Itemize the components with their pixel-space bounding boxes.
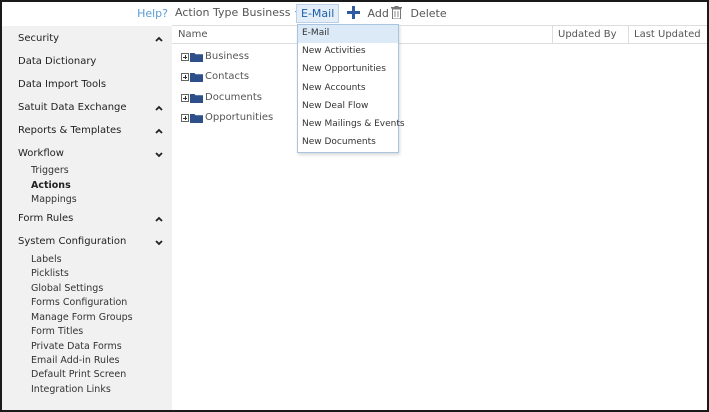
plus-icon xyxy=(347,6,360,19)
sidebar-item-global-settings[interactable]: Global Settings xyxy=(31,283,103,294)
add-button[interactable]: Add xyxy=(347,6,389,20)
tree-row-label: Opportunities xyxy=(205,112,274,123)
sidebar-section-label: Data Dictionary xyxy=(18,56,97,67)
business-dropdown[interactable]: Business xyxy=(242,6,301,19)
sidebar-section-label: Satuit Data Exchange xyxy=(18,102,127,113)
sidebar-item-manage-form-groups[interactable]: Manage Form Groups xyxy=(31,312,133,323)
sidebar-item-private-data-forms[interactable]: Private Data Forms xyxy=(31,341,122,352)
sidebar-item-default-print-screen[interactable]: Default Print Screen xyxy=(31,369,126,380)
action-type-dropdown-menu: E-Mail New Activities New Opportunities … xyxy=(297,24,405,153)
sidebar-section-form-rules[interactable]: Form Rules xyxy=(18,213,166,229)
sidebar-section-label: Workflow xyxy=(18,148,64,159)
chevron-up-icon[interactable] xyxy=(154,125,164,137)
toolbar: Action Type : Business E-Mail Add Delete xyxy=(172,2,707,26)
folder-icon xyxy=(190,53,203,62)
sidebar-section-security[interactable]: Security xyxy=(18,33,166,49)
sidebar-item-labels[interactable]: Labels xyxy=(31,254,62,265)
chevron-down-icon[interactable] xyxy=(154,236,164,248)
sidebar-section-label: Reports & Templates xyxy=(18,125,122,136)
business-dropdown-value: Business xyxy=(242,6,291,19)
help-link[interactable]: Help? xyxy=(137,7,168,20)
column-header-updated-by[interactable]: Updated By xyxy=(558,29,617,40)
app-window: Help? Security Data Dictionary Data Impo… xyxy=(0,0,709,412)
delete-label: Delete xyxy=(410,7,447,20)
tree-row-label: Documents xyxy=(205,92,263,103)
column-divider xyxy=(552,26,553,44)
chevron-up-icon[interactable] xyxy=(154,33,164,45)
tree-row-label: Contacts xyxy=(205,71,250,82)
help-area: Help? xyxy=(2,2,172,26)
folder-icon xyxy=(190,114,203,123)
sidebar-section-label: System Configuration xyxy=(18,236,127,247)
sidebar-item-triggers[interactable]: Triggers xyxy=(31,165,69,176)
column-header-last-updated[interactable]: Last Updated xyxy=(634,29,701,40)
sidebar-section-system-configuration[interactable]: System Configuration xyxy=(18,236,166,252)
delete-button[interactable]: Delete xyxy=(391,6,447,20)
column-header-name[interactable]: Name xyxy=(178,29,208,40)
dropdown-item-email[interactable]: E-Mail xyxy=(298,25,398,43)
sidebar-item-forms-configuration[interactable]: Forms Configuration xyxy=(31,297,127,308)
sidebar-section-data-import-tools[interactable]: Data Import Tools xyxy=(18,79,166,95)
dropdown-item-new-accounts[interactable]: New Accounts xyxy=(298,80,398,98)
folder-icon xyxy=(190,94,203,103)
expand-icon[interactable] xyxy=(181,73,189,81)
sidebar-section-reports-templates[interactable]: Reports & Templates xyxy=(18,125,166,141)
chevron-up-icon[interactable] xyxy=(154,213,164,225)
sidebar-item-email-add-in-rules[interactable]: Email Add-in Rules xyxy=(31,355,120,366)
expand-icon[interactable] xyxy=(181,114,189,122)
expand-icon[interactable] xyxy=(181,53,189,61)
action-type-label: Action Type : xyxy=(175,6,246,19)
email-dropdown-value: E-Mail xyxy=(301,7,335,20)
email-dropdown[interactable]: E-Mail xyxy=(296,4,340,23)
sidebar-item-actions[interactable]: Actions xyxy=(31,180,71,191)
dropdown-item-new-opportunities[interactable]: New Opportunities xyxy=(298,61,398,79)
dropdown-item-new-activities[interactable]: New Activities xyxy=(298,43,398,61)
trash-icon xyxy=(391,6,402,20)
column-divider xyxy=(628,26,629,44)
sidebar-item-picklists[interactable]: Picklists xyxy=(31,268,69,279)
sidebar-item-mappings[interactable]: Mappings xyxy=(31,194,77,205)
dropdown-item-new-mailings-events[interactable]: New Mailings & Events xyxy=(298,116,405,134)
dropdown-item-new-documents[interactable]: New Documents xyxy=(298,134,398,152)
sidebar-section-label: Form Rules xyxy=(18,213,74,224)
add-label: Add xyxy=(367,7,389,20)
sidebar: Help? Security Data Dictionary Data Impo… xyxy=(2,2,172,410)
sidebar-section-label: Data Import Tools xyxy=(18,79,107,90)
sidebar-section-satuit-data-exchange[interactable]: Satuit Data Exchange xyxy=(18,102,166,118)
sidebar-item-integration-links[interactable]: Integration Links xyxy=(31,384,111,395)
sidebar-section-workflow[interactable]: Workflow xyxy=(18,148,166,164)
expand-icon[interactable] xyxy=(181,94,189,102)
table-header: Name Updated By Last Updated xyxy=(172,26,707,44)
chevron-up-icon[interactable] xyxy=(154,102,164,114)
folder-icon xyxy=(190,73,203,82)
sidebar-section-label: Security xyxy=(18,33,60,44)
dropdown-item-new-deal-flow[interactable]: New Deal Flow xyxy=(298,98,398,116)
tree-row-label: Business xyxy=(205,51,250,62)
chevron-down-icon[interactable] xyxy=(154,148,164,160)
sidebar-item-form-titles[interactable]: Form Titles xyxy=(31,326,83,337)
sidebar-section-data-dictionary[interactable]: Data Dictionary xyxy=(18,56,166,72)
